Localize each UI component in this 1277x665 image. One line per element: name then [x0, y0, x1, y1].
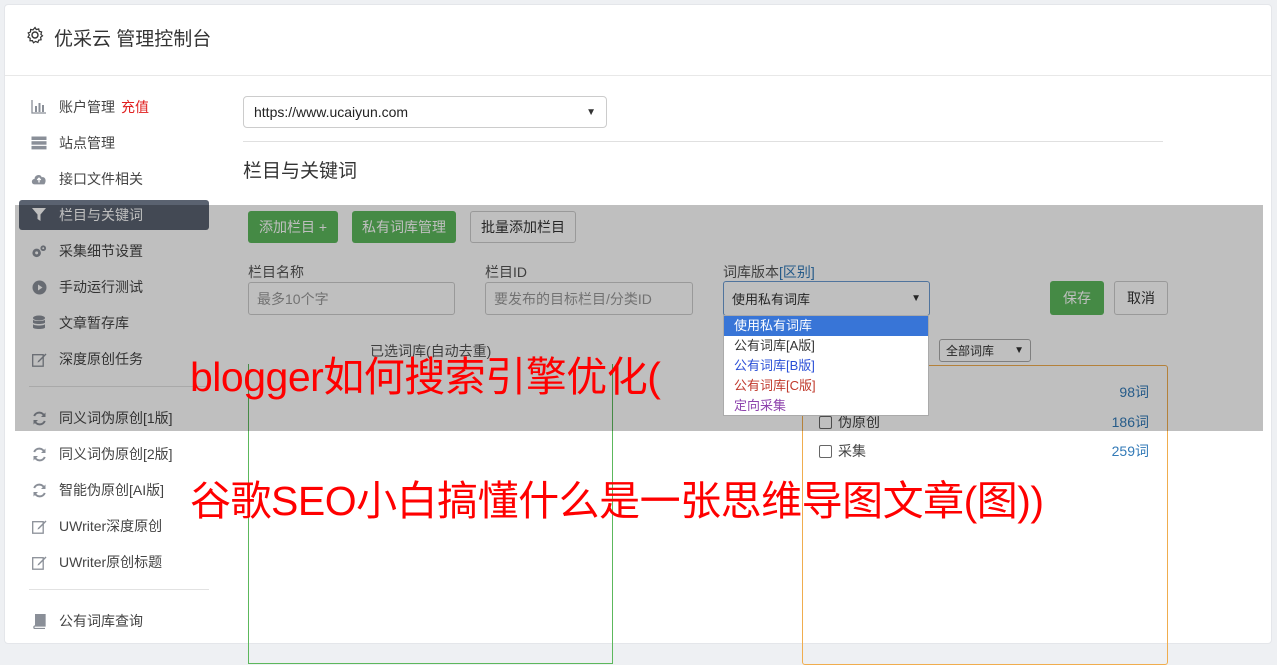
- sidebar-item-collect-settings[interactable]: 采集细节设置: [19, 236, 209, 266]
- sidebar-item-label: UWriter原创标题: [59, 554, 163, 570]
- app-title: 优采云 管理控制台: [54, 29, 212, 50]
- dropdown-option[interactable]: 使用私有词库: [724, 316, 928, 336]
- private-lexicon-button[interactable]: 私有词库管理: [352, 211, 456, 243]
- chevron-down-icon: ▼: [1014, 345, 1024, 356]
- sidebar-item-label: 采集细节设置: [59, 243, 143, 259]
- column-id-label: 栏目ID: [485, 264, 527, 280]
- bar-chart-icon: [31, 99, 47, 115]
- edit-icon: [31, 351, 47, 367]
- sidebar-item-label: 文章暂存库: [59, 315, 129, 331]
- chevron-down-icon: ▼: [911, 293, 921, 304]
- sidebar-item-synonym-v2[interactable]: 同义词伪原创[2版]: [19, 439, 209, 469]
- sidebar-item-columns-keywords[interactable]: 栏目与关键词: [19, 200, 209, 230]
- watermark-line-1: blogger如何搜索引擎优化(: [190, 354, 661, 400]
- sidebar-item-label: 同义词伪原创[1版]: [59, 410, 173, 426]
- gears-icon: [31, 243, 47, 259]
- edit-icon: [31, 554, 47, 570]
- lexicon-row[interactable]: 采集 259词: [819, 441, 1149, 461]
- sidebar-item-ai-rewrite[interactable]: 智能伪原创[AI版]: [19, 475, 209, 505]
- lexicon-version-value: 使用私有词库: [732, 292, 811, 307]
- sidebar-divider: [29, 386, 209, 387]
- lexicon-version-select[interactable]: 使用私有词库 ▼: [723, 281, 930, 316]
- dropdown-option[interactable]: 公有词库[C版]: [724, 376, 928, 396]
- lexicon-filter-value: 全部词库: [946, 344, 995, 358]
- recharge-link[interactable]: 充值: [121, 97, 149, 117]
- sidebar-item-article-storage[interactable]: 文章暂存库: [19, 308, 209, 338]
- sidebar-item-label: 智能伪原创[AI版]: [59, 482, 165, 498]
- lexicon-count: 98词: [1119, 384, 1149, 400]
- sidebar-item-sites[interactable]: 站点管理: [19, 128, 209, 158]
- save-button[interactable]: 保存: [1050, 281, 1104, 315]
- sidebar-item-account[interactable]: 账户管理 充值: [19, 92, 209, 122]
- sidebar-item-label: 接口文件相关: [59, 171, 143, 187]
- sidebar: 账户管理 充值 站点管理 接口文件相关 栏目与关键词 采集细节设置 手动运行测试…: [19, 92, 209, 642]
- edit-icon: [31, 518, 47, 534]
- play-circle-icon: [31, 279, 47, 295]
- gear-icon: [27, 26, 44, 44]
- sidebar-item-label: 账户管理: [59, 99, 115, 115]
- sidebar-item-label: 同义词伪原创[2版]: [59, 446, 173, 462]
- lexicon-count: 186词: [1111, 414, 1149, 430]
- book-icon: [31, 613, 47, 629]
- sidebar-item-label: 公有词库查询: [59, 613, 143, 629]
- sidebar-item-manual-run[interactable]: 手动运行测试: [19, 272, 209, 302]
- divider: [243, 141, 1163, 142]
- chevron-down-icon: ▼: [586, 106, 596, 118]
- filter-icon: [31, 207, 47, 223]
- sidebar-item-deep-original[interactable]: 深度原创任务: [19, 344, 209, 374]
- sidebar-item-uwriter-title[interactable]: UWriter原创标题: [19, 547, 209, 577]
- dropdown-option[interactable]: 公有词库[A版]: [724, 336, 928, 356]
- lexicon-checkbox[interactable]: [819, 444, 832, 458]
- database-icon: [31, 315, 47, 331]
- site-select[interactable]: https://www.ucaiyun.com ▼: [243, 96, 607, 128]
- lexicon-version-dropdown[interactable]: 使用私有词库 公有词库[A版] 公有词库[B版] 公有词库[C版] 定向采集: [723, 315, 929, 416]
- cancel-button[interactable]: 取消: [1114, 281, 1168, 315]
- sidebar-item-label: UWriter深度原创: [59, 518, 163, 534]
- lexicon-version-label: 词库版本[区别]: [723, 262, 815, 282]
- lexicon-version-text: 词库版本: [723, 264, 779, 280]
- site-select-value: https://www.ucaiyun.com: [254, 104, 409, 120]
- batch-add-button[interactable]: 批量添加栏目: [470, 211, 576, 243]
- add-column-button[interactable]: 添加栏目 +: [248, 211, 338, 243]
- cloud-upload-icon: [31, 171, 47, 187]
- sidebar-item-label: 站点管理: [59, 135, 115, 151]
- sidebar-item-uwriter-deep[interactable]: UWriter深度原创: [19, 511, 209, 541]
- refresh-icon: [31, 446, 47, 462]
- column-name-input[interactable]: 最多10个字: [248, 282, 455, 315]
- section-title: 栏目与关键词: [243, 161, 358, 182]
- lexicon-count: 259词: [1111, 443, 1149, 459]
- sidebar-item-interface[interactable]: 接口文件相关: [19, 164, 209, 194]
- lexicon-checkbox[interactable]: [819, 415, 832, 429]
- sidebar-item-synonym-v1[interactable]: 同义词伪原创[1版]: [19, 403, 209, 433]
- server-icon: [31, 135, 47, 151]
- lexicon-filter-select[interactable]: 全部词库 ▼: [939, 339, 1031, 362]
- console-header: 优采云 管理控制台: [5, 5, 1271, 76]
- watermark-line-2: 谷歌SEO小白搞懂什么是一张思维导图文章(图)): [190, 478, 1044, 524]
- dropdown-option[interactable]: 公有词库[B版]: [724, 356, 928, 376]
- column-id-input[interactable]: 要发布的目标栏目/分类ID: [485, 282, 693, 315]
- sidebar-item-label: 手动运行测试: [59, 279, 143, 295]
- difference-link[interactable]: [区别]: [779, 264, 815, 280]
- column-name-label: 栏目名称: [248, 264, 304, 280]
- refresh-icon: [31, 482, 47, 498]
- dropdown-option[interactable]: 定向采集: [724, 396, 928, 416]
- sidebar-item-label: 栏目与关键词: [59, 207, 143, 223]
- sidebar-item-label: 深度原创任务: [59, 351, 143, 367]
- sidebar-item-public-lexicon[interactable]: 公有词库查询: [19, 606, 209, 636]
- lexicon-name: 采集: [838, 443, 866, 459]
- sidebar-divider: [29, 589, 209, 590]
- refresh-icon: [31, 410, 47, 426]
